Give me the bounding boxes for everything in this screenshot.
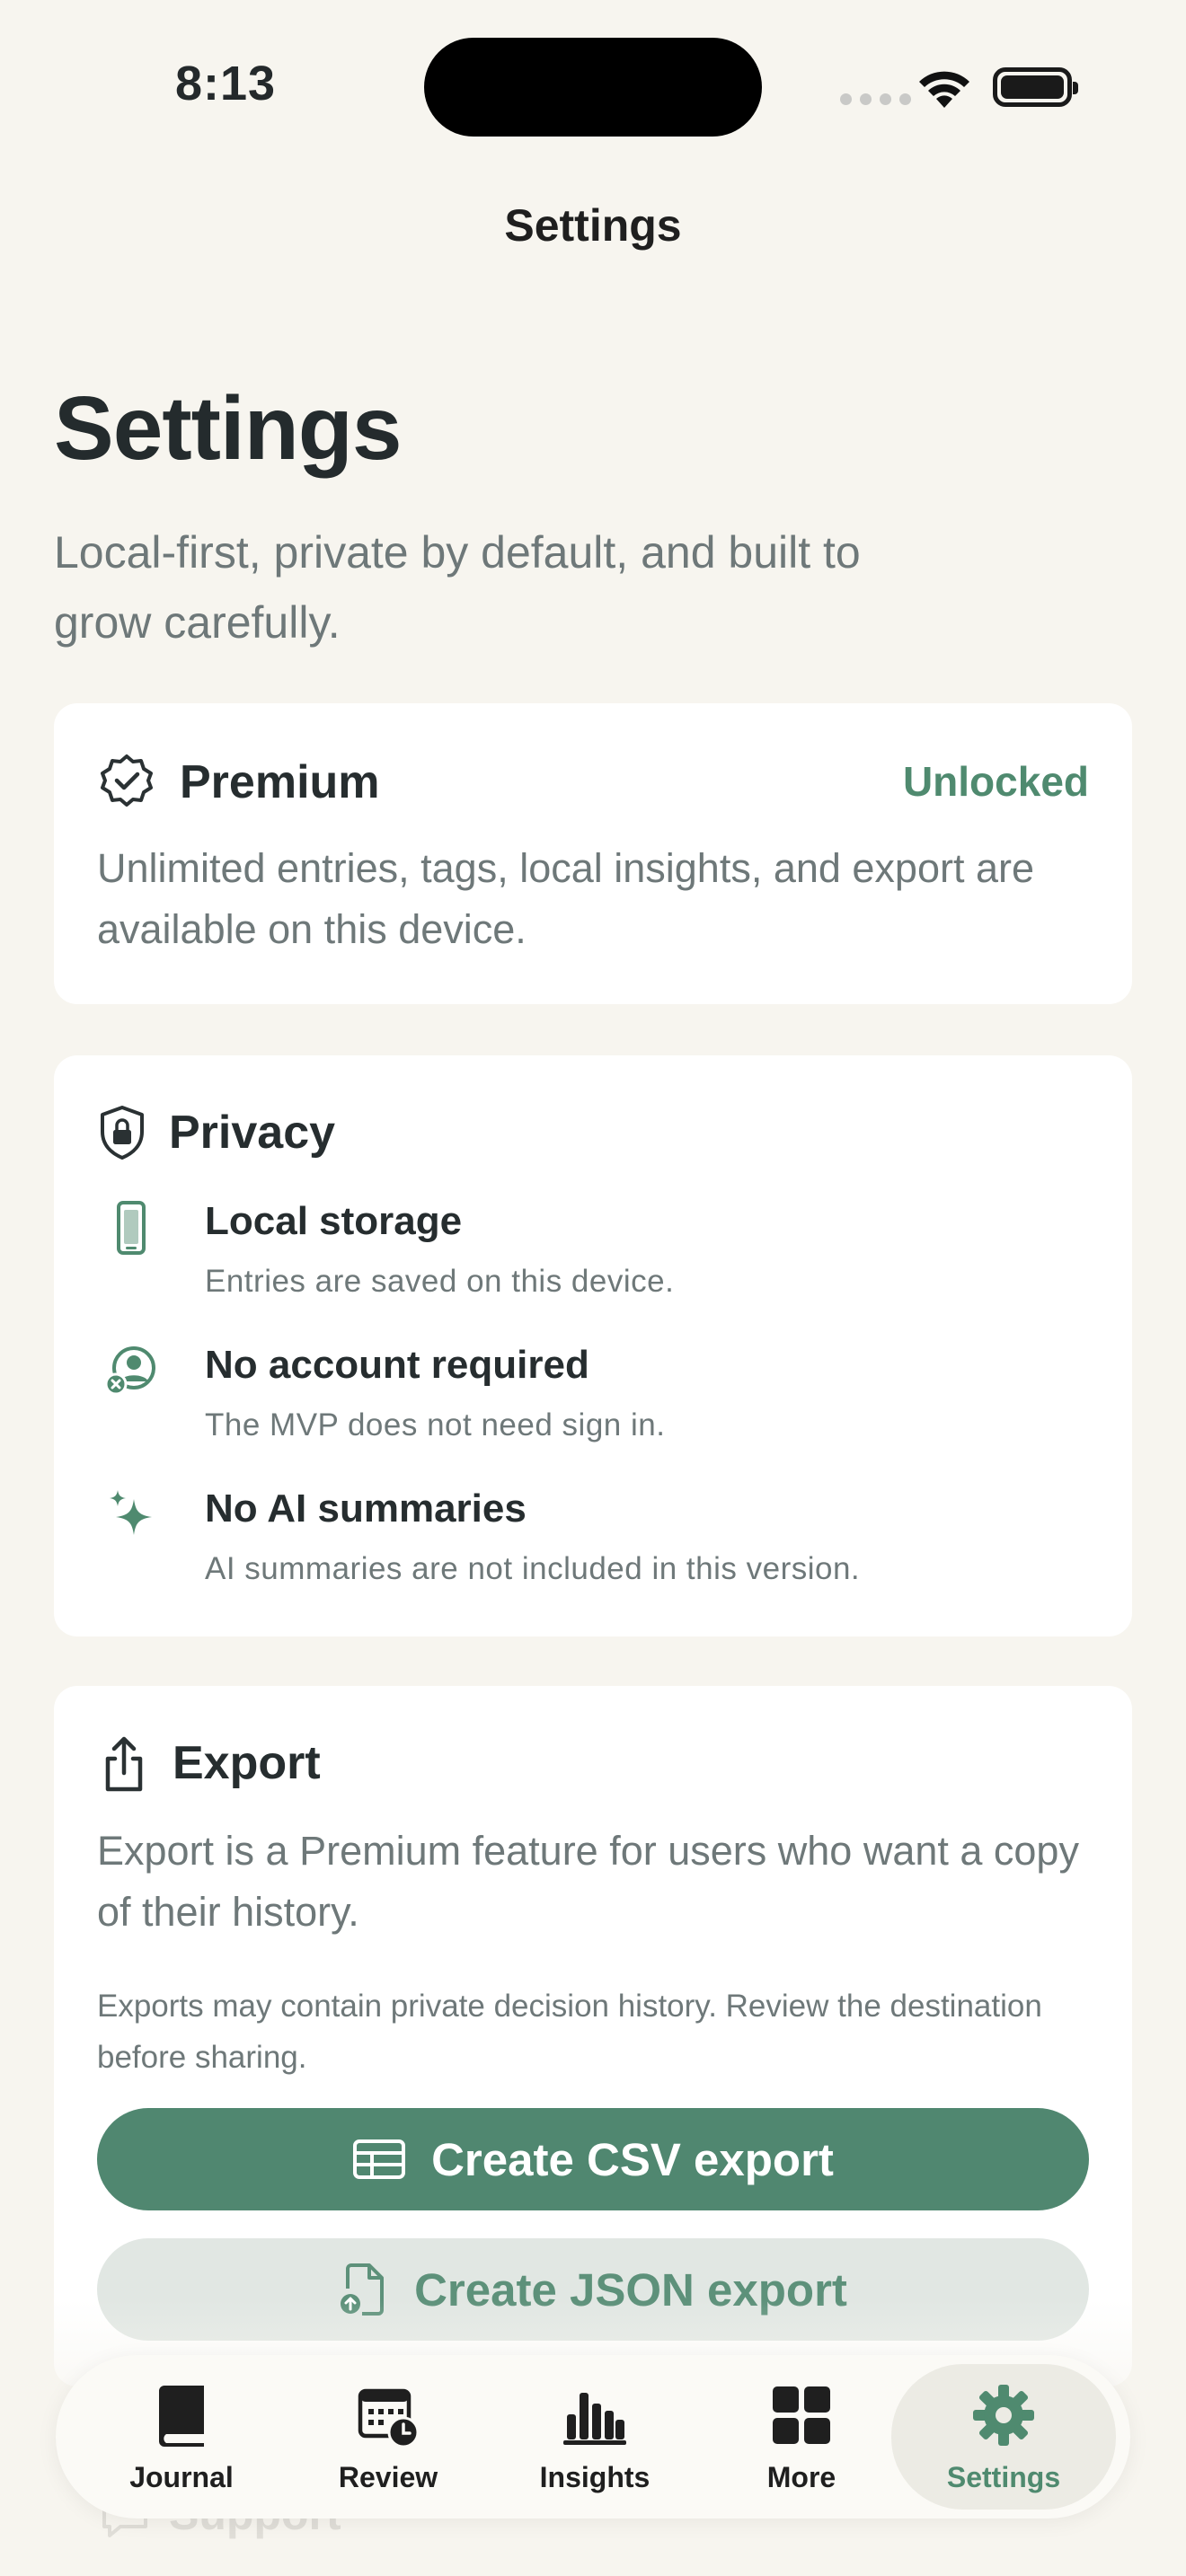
tab-bar: Journal Review Insights More Settings bbox=[56, 2355, 1130, 2519]
privacy-title: Privacy bbox=[169, 1107, 336, 1159]
export-card: Export Export is a Premium feature for u… bbox=[54, 1686, 1132, 2386]
privacy-item-title: Local storage bbox=[205, 1199, 463, 1243]
privacy-item-title: No AI summaries bbox=[205, 1486, 527, 1531]
lock-shield-icon bbox=[101, 1106, 144, 1160]
create-csv-export-label: Create CSV export bbox=[431, 2133, 834, 2185]
bar-chart-icon bbox=[563, 2393, 626, 2445]
verified-badge-icon bbox=[101, 754, 153, 807]
privacy-item: No AI summaries AI summaries are not inc… bbox=[54, 1486, 1132, 1612]
status-bar: 8:13 bbox=[0, 0, 1186, 180]
page-subtitle: Local-first, private by default, and bui… bbox=[54, 527, 861, 648]
premium-status: Unlocked bbox=[902, 758, 1089, 805]
export-title: Export bbox=[173, 1737, 321, 1789]
privacy-item-desc: Entries are saved on this device. bbox=[205, 1264, 675, 1299]
premium-body: Unlimited entries, tags, local insights,… bbox=[97, 845, 1035, 952]
export-body: Export is a Premium feature for users wh… bbox=[97, 1828, 1079, 1935]
table-icon bbox=[353, 2139, 406, 2179]
calendar-clock-icon bbox=[358, 2388, 420, 2447]
gear-icon bbox=[973, 2385, 1034, 2446]
tab-review[interactable]: Review bbox=[285, 2355, 491, 2519]
grid-icon bbox=[773, 2386, 830, 2444]
nav-title: Settings bbox=[504, 200, 682, 251]
dynamic-island bbox=[424, 38, 762, 137]
tab-label: Review bbox=[338, 2461, 438, 2493]
tab-more[interactable]: More bbox=[698, 2355, 905, 2519]
tab-journal[interactable]: Journal bbox=[78, 2355, 285, 2519]
share-icon bbox=[105, 1736, 143, 1792]
tab-label: Settings bbox=[946, 2461, 1061, 2493]
tab-label: More bbox=[766, 2461, 836, 2493]
export-note: Exports may contain private decision his… bbox=[97, 1989, 1042, 2075]
tab-settings[interactable]: Settings bbox=[891, 2364, 1116, 2510]
tab-label: Journal bbox=[129, 2461, 234, 2493]
tab-label: Insights bbox=[539, 2461, 651, 2493]
create-csv-export-button[interactable]: Create CSV export bbox=[97, 2108, 1089, 2210]
tab-insights[interactable]: Insights bbox=[491, 2355, 698, 2519]
privacy-item-desc: The MVP does not need sign in. bbox=[205, 1407, 666, 1442]
privacy-item-title: No account required bbox=[205, 1343, 589, 1387]
page-title: Settings bbox=[54, 378, 402, 479]
book-icon bbox=[159, 2386, 204, 2447]
battery-icon bbox=[993, 67, 1078, 107]
premium-title: Premium bbox=[180, 756, 380, 808]
sparkles-icon bbox=[110, 1490, 152, 1535]
phone-icon bbox=[117, 1201, 146, 1255]
privacy-item: No account required The MVP does not nee… bbox=[54, 1343, 1132, 1469]
privacy-item: Local storage Entries are saved on this … bbox=[54, 1199, 1132, 1325]
privacy-card: Privacy Local storage Entries are saved … bbox=[54, 1055, 1132, 1636]
wifi-icon bbox=[919, 71, 969, 108]
status-time: 8:13 bbox=[175, 57, 277, 110]
privacy-item-desc: AI summaries are not included in this ve… bbox=[205, 1551, 861, 1586]
no-account-icon bbox=[104, 1346, 155, 1396]
premium-card: Premium Unlocked Unlimited entries, tags… bbox=[54, 703, 1132, 1004]
